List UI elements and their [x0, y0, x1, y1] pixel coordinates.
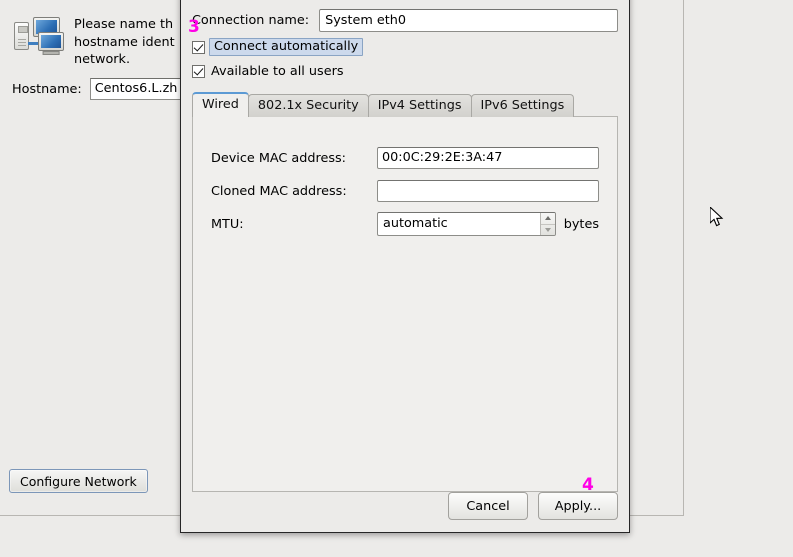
mtu-input[interactable]: automatic [378, 213, 540, 235]
connect-automatically-row[interactable]: Connect automatically [192, 38, 618, 56]
cancel-button[interactable]: Cancel [448, 492, 528, 520]
monitor-front-glyph [38, 32, 64, 55]
tab-ipv4-settings[interactable]: IPv4 Settings [367, 94, 472, 117]
monitor-screen-glyph [41, 35, 61, 48]
network-connection-dialog: Connection name: System eth0 Connect aut… [180, 0, 630, 533]
connect-automatically-checkbox[interactable] [192, 40, 205, 54]
mtu-label: MTU: [211, 216, 244, 232]
connection-name-row: Connection name: System eth0 [192, 9, 618, 32]
mtu-spin-buttons[interactable] [539, 213, 555, 236]
hostname-label: Hostname: [12, 81, 82, 97]
spin-up-icon[interactable] [541, 213, 555, 224]
cloned-mac-row: Cloned MAC address: [211, 180, 599, 202]
connection-name-input[interactable]: System eth0 [319, 9, 618, 32]
connect-automatically-label: Connect automatically [209, 38, 364, 56]
wired-tab-panel: Device MAC address: 00:0C:29:2E:3A:47 Cl… [192, 116, 618, 492]
device-mac-label: Device MAC address: [211, 150, 346, 166]
mtu-spinner[interactable]: automatic [377, 212, 556, 236]
configure-network-button[interactable]: Configure Network [9, 469, 148, 493]
tab-ipv6-settings[interactable]: IPv6 Settings [470, 94, 575, 117]
cloned-mac-label: Cloned MAC address: [211, 183, 347, 199]
mtu-row: MTU: automatic bytes [211, 212, 599, 236]
network-computers-icon [12, 14, 64, 58]
settings-tab-strip: Wired 802.1x Security IPv4 Settings IPv6… [192, 92, 618, 117]
available-to-all-users-checkbox[interactable] [192, 64, 205, 78]
available-to-all-users-label: Available to all users [211, 63, 344, 79]
computer-tower-glyph [14, 22, 29, 50]
network-dialog-body: Connection name: System eth0 Connect aut… [181, 0, 629, 532]
connection-name-label: Connection name: [192, 13, 310, 28]
dialog-button-row: Cancel Apply... [448, 492, 618, 520]
spin-down-icon[interactable] [541, 225, 555, 236]
tab-wired[interactable]: Wired [192, 92, 249, 117]
tab-802-1x-security[interactable]: 802.1x Security [247, 94, 369, 117]
device-mac-input[interactable]: 00:0C:29:2E:3A:47 [377, 147, 599, 169]
mtu-unit-label: bytes [563, 216, 599, 232]
cloned-mac-input[interactable] [377, 180, 599, 202]
installer-description: Please name th hostname ident network. [74, 17, 175, 67]
device-mac-row: Device MAC address: 00:0C:29:2E:3A:47 [211, 147, 599, 169]
available-to-all-users-row[interactable]: Available to all users [192, 62, 618, 80]
monitor-base-glyph [42, 51, 60, 55]
apply-button[interactable]: Apply... [538, 492, 618, 520]
